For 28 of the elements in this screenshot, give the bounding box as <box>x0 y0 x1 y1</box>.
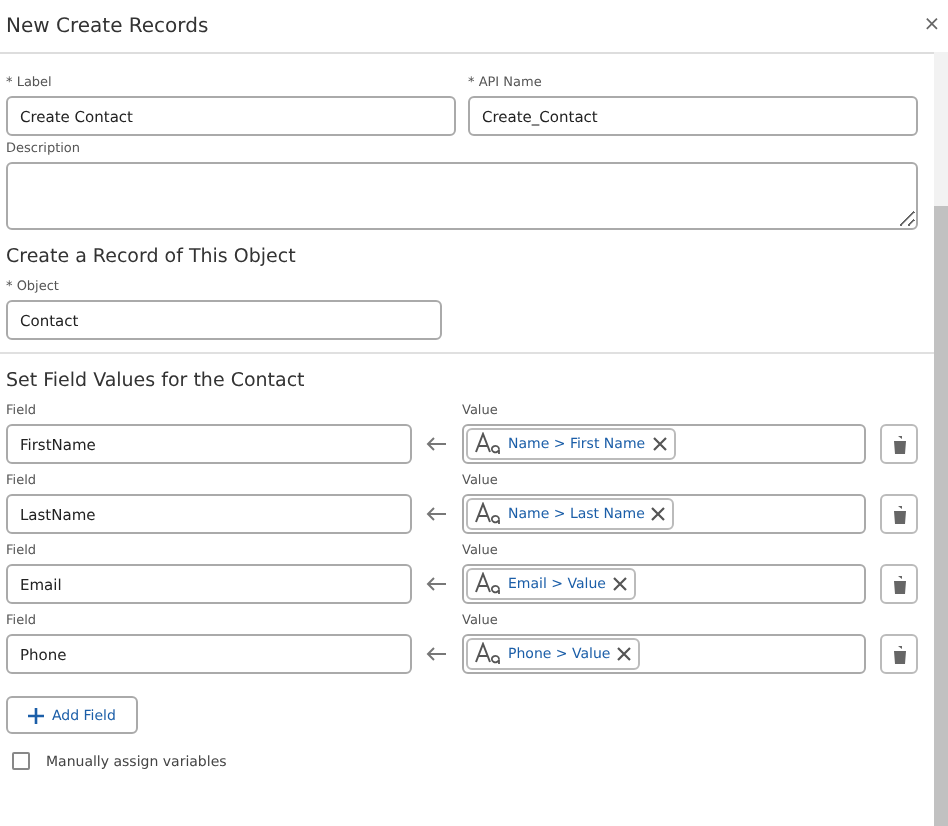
text-type-icon <box>474 432 502 456</box>
section-heading: Create a Record of This Object <box>6 246 298 268</box>
scrollbar-thumb[interactable] <box>934 206 948 826</box>
text-type-icon <box>474 572 502 596</box>
left-arrow-icon <box>426 506 446 522</box>
section-heading: Set Field Values for the Contact <box>6 370 307 392</box>
trash-icon <box>891 645 907 663</box>
close-icon[interactable] <box>650 506 667 522</box>
text-type-icon <box>474 642 502 666</box>
trash-icon <box>891 575 907 593</box>
left-arrow-icon <box>426 646 446 662</box>
delete-button[interactable] <box>880 424 918 464</box>
text-type-icon <box>474 502 502 526</box>
delete-button[interactable] <box>880 494 918 534</box>
trash-icon <box>891 505 907 523</box>
left-arrow-icon <box>426 576 446 592</box>
delete-button[interactable] <box>880 564 918 604</box>
scrollbar[interactable] <box>934 52 948 826</box>
delete-button[interactable] <box>880 634 918 674</box>
plus-icon <box>28 707 44 723</box>
window-title: New Create Records <box>6 15 209 37</box>
close-icon[interactable] <box>616 646 633 662</box>
close-icon[interactable] <box>611 576 628 592</box>
close-icon[interactable] <box>651 436 668 452</box>
checkbox[interactable] <box>12 752 30 770</box>
close-button[interactable]: × <box>923 0 941 52</box>
trash-icon <box>891 435 907 453</box>
left-arrow-icon <box>426 436 446 452</box>
